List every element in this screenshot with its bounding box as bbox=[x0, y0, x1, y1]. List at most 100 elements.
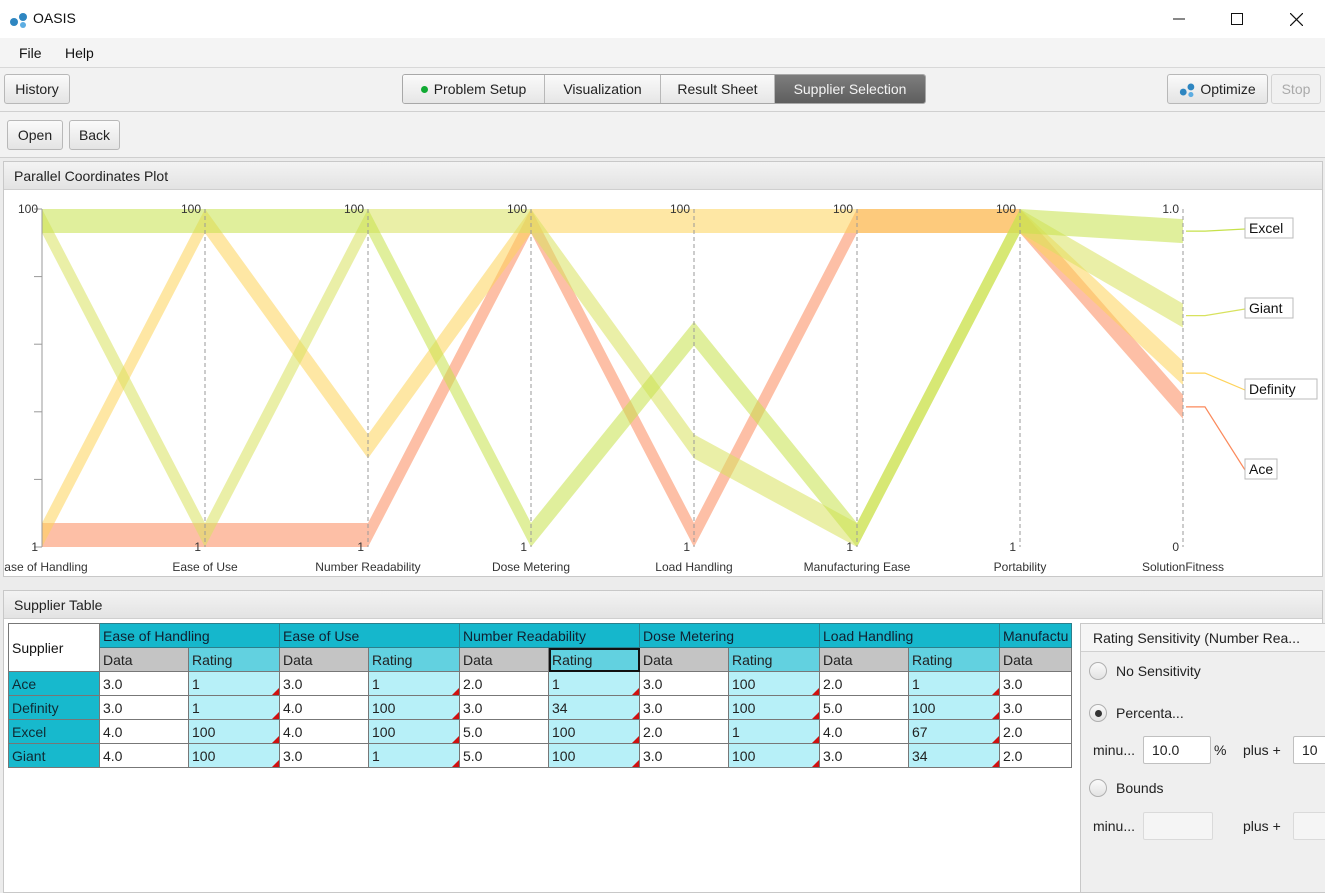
data-cell[interactable]: 4.0 bbox=[279, 695, 369, 720]
supplier-name-cell[interactable]: Definity bbox=[8, 695, 100, 720]
sub-header-data[interactable]: Data bbox=[459, 647, 549, 672]
sub-header-data[interactable]: Data bbox=[639, 647, 729, 672]
rating-cell[interactable]: 67 bbox=[908, 719, 1000, 744]
sub-header-data[interactable]: Data bbox=[998, 647, 1073, 672]
data-cell[interactable]: 3.0 bbox=[998, 671, 1073, 696]
table-row[interactable]: Ace 3.0 1 3.0 1 2.0 1 3.0 100 2.0 1 3.0 bbox=[8, 671, 1073, 696]
data-cell[interactable]: 5.0 bbox=[459, 743, 549, 768]
rating-cell[interactable]: 100 bbox=[548, 743, 640, 768]
sub-header-rating-selected[interactable]: Rating bbox=[548, 647, 640, 672]
data-cell[interactable]: 2.0 bbox=[819, 671, 909, 696]
bounds-plus-label: plus + bbox=[1243, 818, 1281, 834]
data-cell[interactable]: 3.0 bbox=[819, 743, 909, 768]
rating-cell[interactable]: 100 bbox=[728, 671, 820, 696]
rating-cell[interactable]: 1 bbox=[188, 695, 280, 720]
data-cell[interactable]: 3.0 bbox=[998, 695, 1073, 720]
rating-cell[interactable]: 100 bbox=[368, 695, 460, 720]
data-cell[interactable]: 5.0 bbox=[459, 719, 549, 744]
sub-header-data[interactable]: Data bbox=[279, 647, 369, 672]
group-header-ease-of-handling[interactable]: Ease of Handling bbox=[99, 623, 280, 648]
tab-result-sheet[interactable]: Result Sheet bbox=[661, 75, 775, 103]
sub-header-rating[interactable]: Rating bbox=[368, 647, 460, 672]
back-button[interactable]: Back bbox=[69, 120, 120, 150]
supplier-name-cell[interactable]: Ace bbox=[8, 671, 100, 696]
parallel-coordinates-plot: 100 1 Ease of Handling 100 1 Ease of Use 100 1 N… bbox=[4, 202, 1318, 574]
group-header-number-readability[interactable]: Number Readability bbox=[459, 623, 640, 648]
group-header-ease-of-use[interactable]: Ease of Use bbox=[279, 623, 460, 648]
no-sensitivity-radio[interactable]: No Sensitivity bbox=[1089, 662, 1201, 680]
data-cell[interactable]: 3.0 bbox=[279, 743, 369, 768]
rating-cell[interactable]: 100 bbox=[548, 719, 640, 744]
axis-min-label: 1 bbox=[357, 540, 364, 554]
rating-cell[interactable]: 1 bbox=[368, 671, 460, 696]
data-cell[interactable]: 3.0 bbox=[639, 743, 729, 768]
minimize-button[interactable] bbox=[1150, 0, 1208, 38]
data-cell[interactable]: 4.0 bbox=[99, 743, 189, 768]
group-header-dose-metering[interactable]: Dose Metering bbox=[639, 623, 820, 648]
axis-max-label: 100 bbox=[18, 202, 38, 216]
bounds-radio[interactable]: Bounds bbox=[1089, 779, 1163, 797]
history-button[interactable]: History bbox=[4, 74, 70, 104]
tab-visualization[interactable]: Visualization bbox=[545, 75, 661, 103]
maximize-button[interactable] bbox=[1208, 0, 1266, 38]
group-header-manufacturing[interactable]: Manufactu bbox=[998, 623, 1073, 648]
rating-cell[interactable]: 100 bbox=[728, 695, 820, 720]
open-button[interactable]: Open bbox=[7, 120, 63, 150]
rating-cell[interactable]: 34 bbox=[908, 743, 1000, 768]
table-row[interactable]: Excel 4.0 100 4.0 100 5.0 100 2.0 1 4.0 67 2.0 bbox=[8, 719, 1073, 744]
rating-cell[interactable]: 100 bbox=[908, 695, 1000, 720]
bounds-minus-input[interactable] bbox=[1143, 812, 1213, 840]
data-cell[interactable]: 4.0 bbox=[819, 719, 909, 744]
rating-cell[interactable]: 1 bbox=[548, 671, 640, 696]
optimize-button[interactable]: Optimize bbox=[1167, 74, 1268, 104]
supplier-name-cell[interactable]: Giant bbox=[8, 743, 100, 768]
data-cell[interactable]: 3.0 bbox=[99, 695, 189, 720]
menu-file[interactable]: File bbox=[19, 45, 42, 61]
rating-cell[interactable]: 100 bbox=[368, 719, 460, 744]
data-cell[interactable]: 3.0 bbox=[639, 671, 729, 696]
table-row[interactable]: Giant 4.0 100 3.0 1 5.0 100 3.0 100 3.0 34 2.0 bbox=[8, 743, 1073, 768]
data-cell[interactable]: 2.0 bbox=[998, 743, 1073, 768]
menu-bar: File Help bbox=[0, 38, 1325, 68]
data-cell[interactable]: 2.0 bbox=[998, 719, 1073, 744]
data-cell[interactable]: 2.0 bbox=[459, 671, 549, 696]
maximize-icon bbox=[1231, 13, 1243, 25]
sub-header-rating[interactable]: Rating bbox=[728, 647, 820, 672]
sub-header-rating[interactable]: Rating bbox=[908, 647, 1000, 672]
stop-button[interactable]: Stop bbox=[1271, 74, 1321, 104]
sub-header-rating[interactable]: Rating bbox=[188, 647, 280, 672]
rating-sensitivity-panel: Rating Sensitivity (Number Rea... No Sen… bbox=[1080, 623, 1325, 893]
data-cell[interactable]: 5.0 bbox=[819, 695, 909, 720]
sub-header-data[interactable]: Data bbox=[819, 647, 909, 672]
sub-header-data[interactable]: Data bbox=[99, 647, 189, 672]
data-cell[interactable]: 3.0 bbox=[459, 695, 549, 720]
rating-cell[interactable]: 100 bbox=[188, 719, 280, 744]
rating-cell[interactable]: 34 bbox=[548, 695, 640, 720]
data-cell[interactable]: 3.0 bbox=[279, 671, 369, 696]
data-cell[interactable]: 3.0 bbox=[99, 671, 189, 696]
data-cell[interactable]: 4.0 bbox=[99, 719, 189, 744]
close-button[interactable] bbox=[1267, 0, 1325, 38]
supplier-name-cell[interactable]: Excel bbox=[8, 719, 100, 744]
bounds-plus-input[interactable] bbox=[1293, 812, 1325, 840]
table-row[interactable]: Definity 3.0 1 4.0 100 3.0 34 3.0 100 5.0 100 3.0 bbox=[8, 695, 1073, 720]
rating-cell[interactable]: 100 bbox=[188, 743, 280, 768]
percentage-radio[interactable]: Percenta... bbox=[1089, 704, 1184, 722]
legend-item-label: Giant bbox=[1249, 300, 1283, 316]
data-cell[interactable]: 2.0 bbox=[639, 719, 729, 744]
plus-percent-input[interactable]: 10 bbox=[1293, 736, 1325, 764]
tab-problem-setup[interactable]: Problem Setup bbox=[403, 75, 545, 103]
rating-cell[interactable]: 1 bbox=[188, 671, 280, 696]
group-header-load-handling[interactable]: Load Handling bbox=[819, 623, 1000, 648]
menu-help[interactable]: Help bbox=[65, 45, 94, 61]
data-cell[interactable]: 3.0 bbox=[639, 695, 729, 720]
sub-toolbar: Open Back bbox=[0, 112, 1325, 158]
rating-cell[interactable]: 1 bbox=[368, 743, 460, 768]
supplier-column-header[interactable]: Supplier bbox=[8, 623, 100, 672]
rating-cell[interactable]: 100 bbox=[728, 743, 820, 768]
rating-cell[interactable]: 1 bbox=[728, 719, 820, 744]
minus-percent-input[interactable]: 10.0 bbox=[1143, 736, 1211, 764]
data-cell[interactable]: 4.0 bbox=[279, 719, 369, 744]
rating-cell[interactable]: 1 bbox=[908, 671, 1000, 696]
tab-supplier-selection[interactable]: Supplier Selection bbox=[775, 75, 925, 103]
